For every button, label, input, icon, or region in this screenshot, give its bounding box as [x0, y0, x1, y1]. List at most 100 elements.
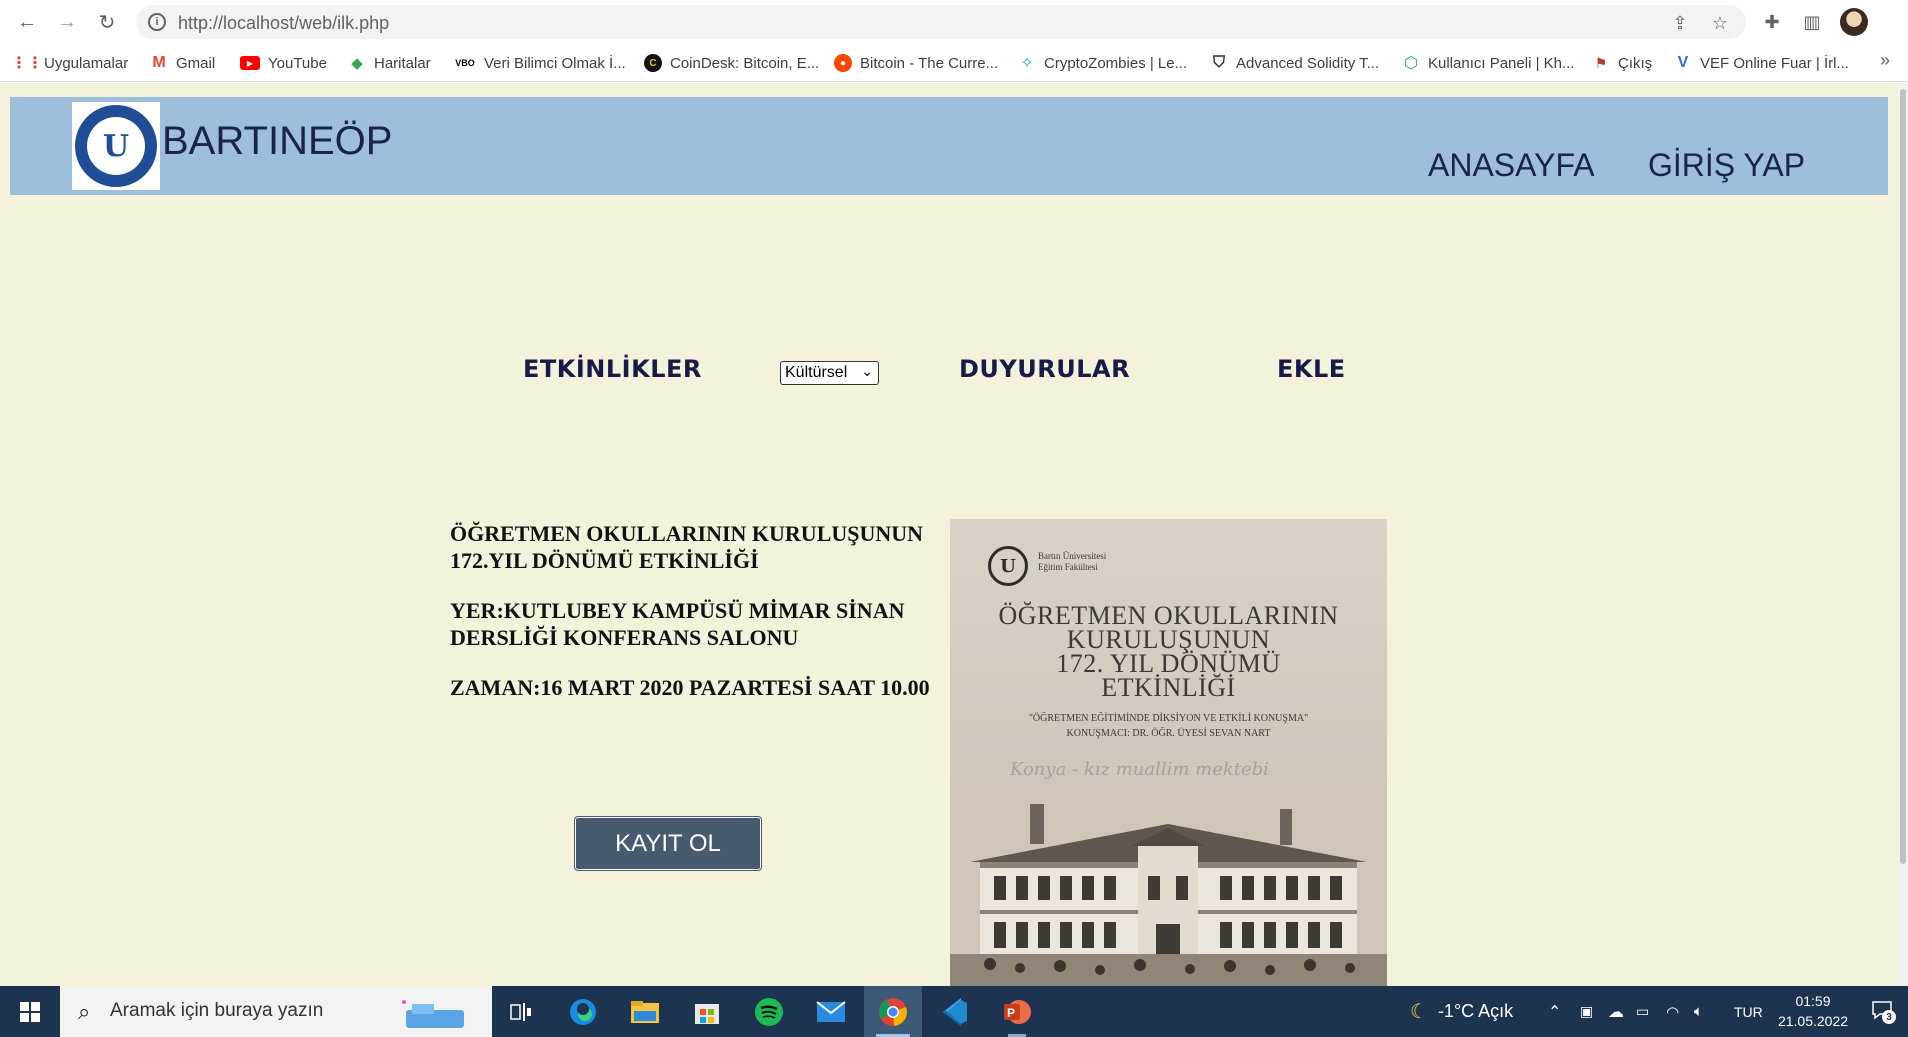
- poster-speaker: KONUŞMACI: DR. ÖĞR. ÜYESİ SEVAN NART: [1066, 728, 1271, 739]
- bookmark-label: Advanced Solidity T...: [1236, 54, 1380, 72]
- clock-time: 01:59: [1795, 993, 1831, 1009]
- hidden-icons-chevron-icon[interactable]: ⌃: [1548, 986, 1561, 1037]
- taskbar-search-placeholder[interactable]: Aramak için buraya yazın: [110, 1000, 323, 1022]
- subnav-announcements[interactable]: DUYURULAR: [959, 355, 1130, 383]
- bookmark-coindesk[interactable]: C CoinDesk: Bitcoin, E...: [644, 53, 819, 73]
- meet-now-icon[interactable]: ▣: [1580, 986, 1593, 1037]
- forward-arrow-icon[interactable]: →: [54, 9, 80, 35]
- bookmarks-bar: ⋮⋮ Uygulamalar M Gmail ▶ YouTube ◆ Harit…: [0, 44, 1908, 82]
- reddit-icon: ●: [834, 54, 852, 72]
- poster-building-photo: [950, 784, 1387, 986]
- volume-icon[interactable]: 🔈︎: [1694, 986, 1703, 1037]
- onedrive-icon[interactable]: ☁: [1608, 986, 1624, 1037]
- bookmark-label: Kullanıcı Paneli | Kh...: [1428, 54, 1575, 72]
- extensions-icon[interactable]: ✚: [1760, 10, 1784, 34]
- side-panel-icon[interactable]: ▥: [1800, 10, 1824, 34]
- poster-handwriting: Konya - kız muallim mektebi: [1010, 759, 1269, 780]
- bookmark-label: Veri Bilimci Olmak İ...: [484, 54, 626, 72]
- more-bookmarks-icon[interactable]: »: [1880, 50, 1890, 71]
- reload-icon[interactable]: ↻: [94, 9, 120, 35]
- site-info-icon[interactable]: i: [148, 13, 166, 31]
- event-details: ÖĞRETMEN OKULLARININ KURULUŞUNUN 172.YIL…: [450, 520, 950, 724]
- microsoft-store-icon[interactable]: [678, 986, 736, 1037]
- language-indicator[interactable]: TUR: [1734, 986, 1763, 1037]
- profile-avatar[interactable]: [1840, 8, 1868, 36]
- event-poster-image: U Bartın Üniversitesi Eğitim Fakültesi Ö…: [950, 519, 1387, 986]
- category-selected-value: Kültürsel: [785, 364, 848, 381]
- event-place: YER:KUTLUBEY KAMPÜSÜ MİMAR SİNAN DERSLİĞ…: [450, 598, 905, 650]
- search-highlight-icon: [402, 1000, 464, 1028]
- file-explorer-icon[interactable]: [616, 986, 674, 1037]
- bookmark-label: YouTube: [268, 54, 327, 72]
- poster-title: ÖĞRETMEN OKULLARININ KURULUŞUNUN 172. YI…: [950, 603, 1387, 701]
- category-select[interactable]: Kültürsel ⌄: [780, 361, 879, 385]
- bookmark-label: Uygulamalar: [44, 54, 129, 72]
- page-scrollbar[interactable]: [1898, 83, 1908, 986]
- wifi-icon[interactable]: ◠: [1666, 986, 1679, 1037]
- edge-icon[interactable]: [554, 986, 612, 1037]
- site-brand[interactable]: BARTINEÖP: [162, 119, 392, 164]
- bookmark-label: Bitcoin - The Curre...: [860, 54, 999, 72]
- site-header: U BARTINEÖP ANASAYFA GİRİŞ YAP: [10, 97, 1888, 195]
- task-view-icon[interactable]: [492, 986, 550, 1037]
- address-bar[interactable]: i http://localhost/web/ilk.php ⇪ ☆: [136, 5, 1746, 39]
- scrollbar-thumb[interactable]: [1900, 89, 1906, 864]
- subnav-add[interactable]: EKLE: [1277, 355, 1346, 383]
- logo-ring: U: [75, 105, 157, 187]
- subnav-events[interactable]: ETKİNLİKLER: [523, 355, 702, 383]
- share-icon[interactable]: ⇪: [1670, 13, 1690, 33]
- event-title: ÖĞRETMEN OKULLARININ KURULUŞUNUN 172.YIL…: [450, 521, 924, 573]
- start-button[interactable]: [0, 986, 60, 1037]
- hex-icon: ⬡: [1404, 55, 1418, 72]
- bookmark-kullanici-paneli[interactable]: ⬡ Kullanıcı Paneli | Kh...: [1402, 53, 1574, 73]
- star-icon[interactable]: ☆: [1710, 13, 1730, 33]
- search-icon: ⌕: [78, 999, 91, 1024]
- weather-widget[interactable]: ☾ -1°C Açık: [1410, 986, 1513, 1037]
- clock-date: 21.05.2022: [1777, 1013, 1849, 1029]
- register-button[interactable]: KAYIT OL: [575, 817, 761, 870]
- poster-logo-icon: U: [988, 546, 1028, 586]
- bookmark-label: CryptoZombies | Le...: [1044, 54, 1188, 72]
- notification-count-badge: 3: [1882, 1010, 1896, 1024]
- bookmark-cryptozombies[interactable]: ✧ CryptoZombies | Le...: [1018, 53, 1187, 73]
- logout-icon: ⚑: [1594, 54, 1608, 71]
- url-text[interactable]: http://localhost/web/ilk.php: [178, 13, 389, 34]
- bookmark-reddit-bitcoin[interactable]: ● Bitcoin - The Curre...: [834, 53, 998, 73]
- poster-organization: Bartın Üniversitesi Eğitim Fakültesi: [1038, 551, 1106, 573]
- bookmark-vef[interactable]: V VEF Online Fuar | İrl...: [1674, 53, 1849, 73]
- bookmark-label: Çıkış: [1618, 54, 1653, 72]
- nav-home[interactable]: ANASAYFA: [1428, 147, 1595, 184]
- vef-icon: V: [1677, 54, 1689, 71]
- bookmark-apps[interactable]: ⋮⋮ Uygulamalar: [11, 53, 129, 73]
- university-logo[interactable]: U: [72, 102, 160, 190]
- page-viewport: U BARTINEÖP ANASAYFA GİRİŞ YAP ETKİNLİKL…: [0, 83, 1908, 986]
- taskbar-clock[interactable]: 01:59 21.05.2022: [1768, 991, 1858, 1031]
- nav-login[interactable]: GİRİŞ YAP: [1648, 147, 1805, 184]
- poster-subtitle-line: "ÖĞRETMEN EĞİTİMİNDE DİKSİYON VE ETKİLİ …: [1028, 713, 1309, 724]
- bookmark-youtube[interactable]: ▶ YouTube: [240, 53, 327, 73]
- chevron-down-icon: ⌄: [861, 363, 873, 379]
- vscode-icon[interactable]: [926, 986, 984, 1037]
- powerpoint-icon[interactable]: P: [988, 986, 1046, 1037]
- bookmark-vbo[interactable]: VBO Veri Bilimci Olmak İ...: [454, 53, 626, 73]
- windows-logo-icon: [20, 1001, 40, 1022]
- cryptozombies-icon: ✧: [1020, 55, 1034, 72]
- chrome-icon[interactable]: [864, 986, 922, 1037]
- mail-icon[interactable]: [802, 986, 860, 1037]
- taskbar-search[interactable]: ⌕ Aramak için buraya yazın: [60, 986, 492, 1037]
- back-arrow-icon[interactable]: ←: [14, 9, 40, 35]
- vbo-icon: VBO: [455, 58, 475, 68]
- bookmark-solidity[interactable]: ⛉ Advanced Solidity T...: [1210, 53, 1379, 73]
- poster-subtitle: "ÖĞRETMEN EĞİTİMİNDE DİKSİYON VE ETKİLİ …: [950, 711, 1387, 741]
- bookmark-cikis[interactable]: ⚑ Çıkış: [1592, 53, 1652, 73]
- notification-center-icon[interactable]: 3: [1870, 998, 1896, 1024]
- event-time: ZAMAN:16 MART 2020 PAZARTESİ SAAT 10.00: [450, 675, 930, 700]
- battery-icon[interactable]: ▭: [1636, 986, 1649, 1037]
- poster-org-line: Eğitim Fakültesi: [1038, 562, 1098, 572]
- bookmark-maps[interactable]: ◆ Haritalar: [348, 53, 430, 73]
- bookmark-gmail[interactable]: M Gmail: [150, 53, 215, 73]
- spotify-icon[interactable]: [740, 986, 798, 1037]
- logo-emblem-icon: U: [87, 117, 145, 175]
- gmail-icon: M: [152, 54, 166, 71]
- moon-icon: ☾: [1410, 1001, 1428, 1023]
